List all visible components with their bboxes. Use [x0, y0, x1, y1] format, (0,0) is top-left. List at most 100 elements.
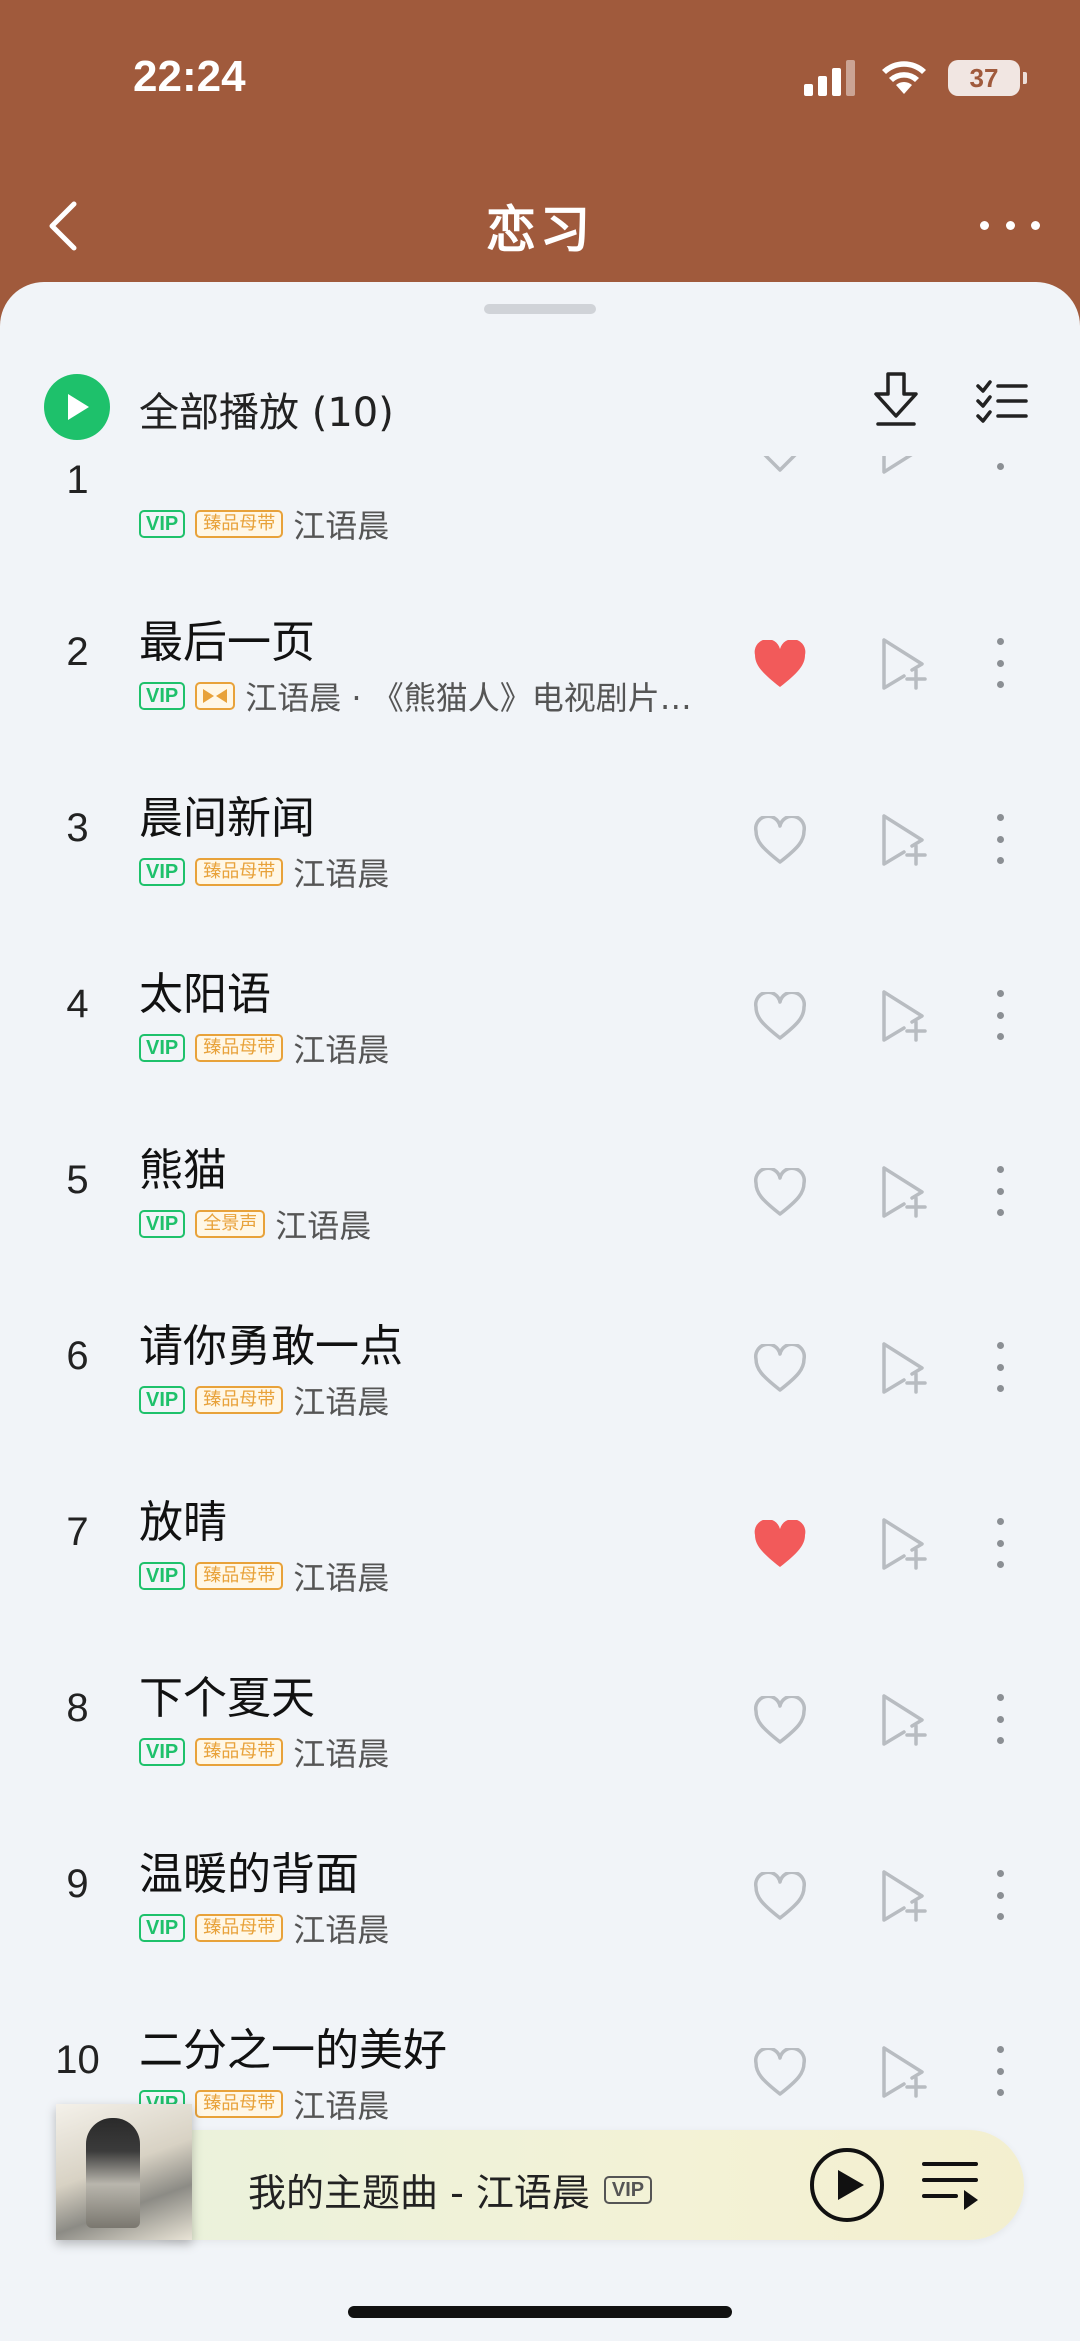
quality-badge: 臻品母带 [195, 858, 284, 886]
play-pause-icon[interactable] [808, 2146, 886, 2224]
song-more-icon[interactable] [993, 990, 1007, 1040]
status-time: 22:24 [133, 52, 246, 101]
song-title: 最后一页 [139, 617, 315, 668]
playlist-queue-icon[interactable] [920, 2158, 980, 2212]
song-row[interactable]: 6 请你勇敢一点 VIP 臻品母带 江语晨 [0, 1276, 1080, 1452]
song-meta: VIP 全景声 江语晨 [139, 1204, 729, 1244]
song-more-icon[interactable] [993, 638, 1007, 688]
song-title: 晨间新闻 [139, 793, 315, 844]
play-all-label[interactable]: 全部播放 (10) [139, 380, 394, 438]
add-to-playlist-icon[interactable] [878, 1692, 928, 1748]
quality-badge: 臻品母带 [195, 1562, 284, 1590]
song-meta: VIP 臻品母带 江语晨 [139, 1380, 729, 1420]
song-title: 温暖的背面 [139, 1849, 359, 1900]
heart-outline-icon[interactable] [752, 816, 808, 866]
song-more-icon[interactable] [993, 814, 1007, 864]
multi-select-icon[interactable] [976, 378, 1028, 424]
song-more-icon[interactable] [993, 2046, 1007, 2096]
song-row[interactable]: 2 最后一页 VIP 江语晨 · 《熊猫人》电视剧片… [0, 572, 1080, 748]
album-cover[interactable] [56, 2104, 220, 2240]
status-icons: 37 [804, 56, 1027, 100]
song-row[interactable]: 3 晨间新闻 VIP 臻品母带 江语晨 [0, 748, 1080, 924]
song-row[interactable]: 8 下个夏天 VIP 臻品母带 江语晨 [0, 1628, 1080, 1804]
page-title: 恋习 [486, 201, 594, 259]
vip-badge: VIP [139, 1562, 186, 1590]
heart-outline-icon[interactable] [752, 1168, 808, 1218]
song-row[interactable]: 9 温暖的背面 VIP 臻品母带 江语晨 [0, 1804, 1080, 1980]
vip-badge: VIP [139, 1034, 186, 1062]
quality-badge: 臻品母带 [195, 2090, 284, 2118]
song-meta: VIP 臻品母带 江语晨 [139, 1556, 729, 1596]
heart-outline-icon[interactable] [752, 992, 808, 1042]
vip-badge: VIP [139, 1210, 186, 1238]
now-playing-title[interactable]: 我的主题曲 - 江语晨 VIP [248, 2162, 653, 2217]
heart-filled-icon[interactable] [752, 1520, 808, 1570]
home-indicator [348, 2306, 732, 2318]
song-number: 5 [66, 1158, 89, 1202]
song-more-icon[interactable] [993, 1518, 1007, 1568]
add-to-playlist-icon[interactable] [878, 1516, 928, 1572]
song-more-icon[interactable] [993, 1342, 1007, 1392]
song-artist: 江语晨 [293, 1559, 390, 1596]
quality-badge: 臻品母带 [195, 1914, 284, 1942]
song-more-icon[interactable] [993, 1870, 1007, 1920]
song-title: 太阳语 [139, 969, 271, 1020]
list-header: 全部播放 (10) [0, 370, 1080, 456]
song-meta: VIP 臻品母带 江语晨 [139, 2084, 729, 2124]
song-artist: 江语晨 [293, 1911, 390, 1948]
song-number: 6 [66, 1334, 89, 1378]
song-number: 2 [66, 630, 89, 674]
song-artist: 江语晨 [293, 2087, 390, 2124]
song-title: 下个夏天 [139, 1673, 315, 1724]
song-meta: VIP 臻品母带 江语晨 [139, 1732, 729, 1772]
song-artist: 江语晨 [293, 1735, 390, 1772]
vip-badge: VIP [139, 858, 186, 886]
song-meta: VIP 臻品母带 江语晨 [139, 852, 729, 892]
add-to-playlist-icon[interactable] [878, 1340, 928, 1396]
song-row[interactable]: 4 太阳语 VIP 臻品母带 江语晨 [0, 924, 1080, 1100]
heart-filled-icon[interactable] [752, 640, 808, 690]
heart-outline-icon[interactable] [752, 2048, 808, 2098]
add-to-playlist-icon[interactable] [878, 2044, 928, 2100]
heart-outline-icon[interactable] [752, 1872, 808, 1922]
song-title: 熊猫 [139, 1145, 227, 1196]
quality-badge: 臻品母带 [195, 1034, 284, 1062]
now-playing-song: 我的主题曲 - 江语晨 [248, 2171, 590, 2215]
album-cover-figure [86, 2118, 140, 2228]
play-all-button[interactable] [44, 374, 110, 440]
song-number: 7 [66, 1510, 89, 1554]
vip-badge: VIP [139, 1738, 186, 1766]
quality-badge: 臻品母带 [195, 1738, 284, 1766]
song-row[interactable]: 5 熊猫 VIP 全景声 江语晨 [0, 1100, 1080, 1276]
song-artist: 江语晨 [293, 1383, 390, 1420]
song-row[interactable]: 7 放晴 VIP 臻品母带 江语晨 [0, 1452, 1080, 1628]
sheet-grabber[interactable] [484, 304, 596, 314]
song-artist: 江语晨 · 《熊猫人》电视剧片… [245, 679, 692, 716]
song-more-icon[interactable] [993, 1694, 1007, 1744]
add-to-playlist-icon[interactable] [878, 636, 928, 692]
add-to-playlist-icon[interactable] [878, 812, 928, 868]
heart-outline-icon[interactable] [752, 1696, 808, 1746]
heart-outline-icon[interactable] [752, 1344, 808, 1394]
battery-icon: 37 [948, 60, 1027, 96]
download-icon[interactable] [870, 370, 922, 430]
signal-icon [804, 60, 855, 96]
song-title: 放晴 [139, 1497, 227, 1548]
add-to-playlist-icon[interactable] [878, 1164, 928, 1220]
song-number: 3 [66, 806, 89, 850]
vip-badge: VIP [139, 1914, 186, 1942]
more-options-icon[interactable] [980, 205, 1040, 245]
song-number: 9 [66, 1862, 89, 1906]
song-number: 1 [66, 458, 89, 502]
song-title: 二分之一的美好 [139, 2025, 447, 2076]
now-playing-vip-badge: VIP [603, 2175, 653, 2204]
mv-icon[interactable] [195, 682, 236, 710]
add-to-playlist-icon[interactable] [878, 1868, 928, 1924]
vip-badge: VIP [139, 510, 186, 538]
song-more-icon[interactable] [993, 1166, 1007, 1216]
wifi-icon [882, 61, 926, 94]
vip-badge: VIP [139, 1386, 186, 1414]
song-artist: 江语晨 [293, 507, 390, 544]
song-list-sheet: 1 VIP 臻品母带 江语晨 2 最后一页 VIP 江语晨 · 《熊猫人》电视剧… [0, 282, 1080, 2341]
add-to-playlist-icon[interactable] [878, 988, 928, 1044]
